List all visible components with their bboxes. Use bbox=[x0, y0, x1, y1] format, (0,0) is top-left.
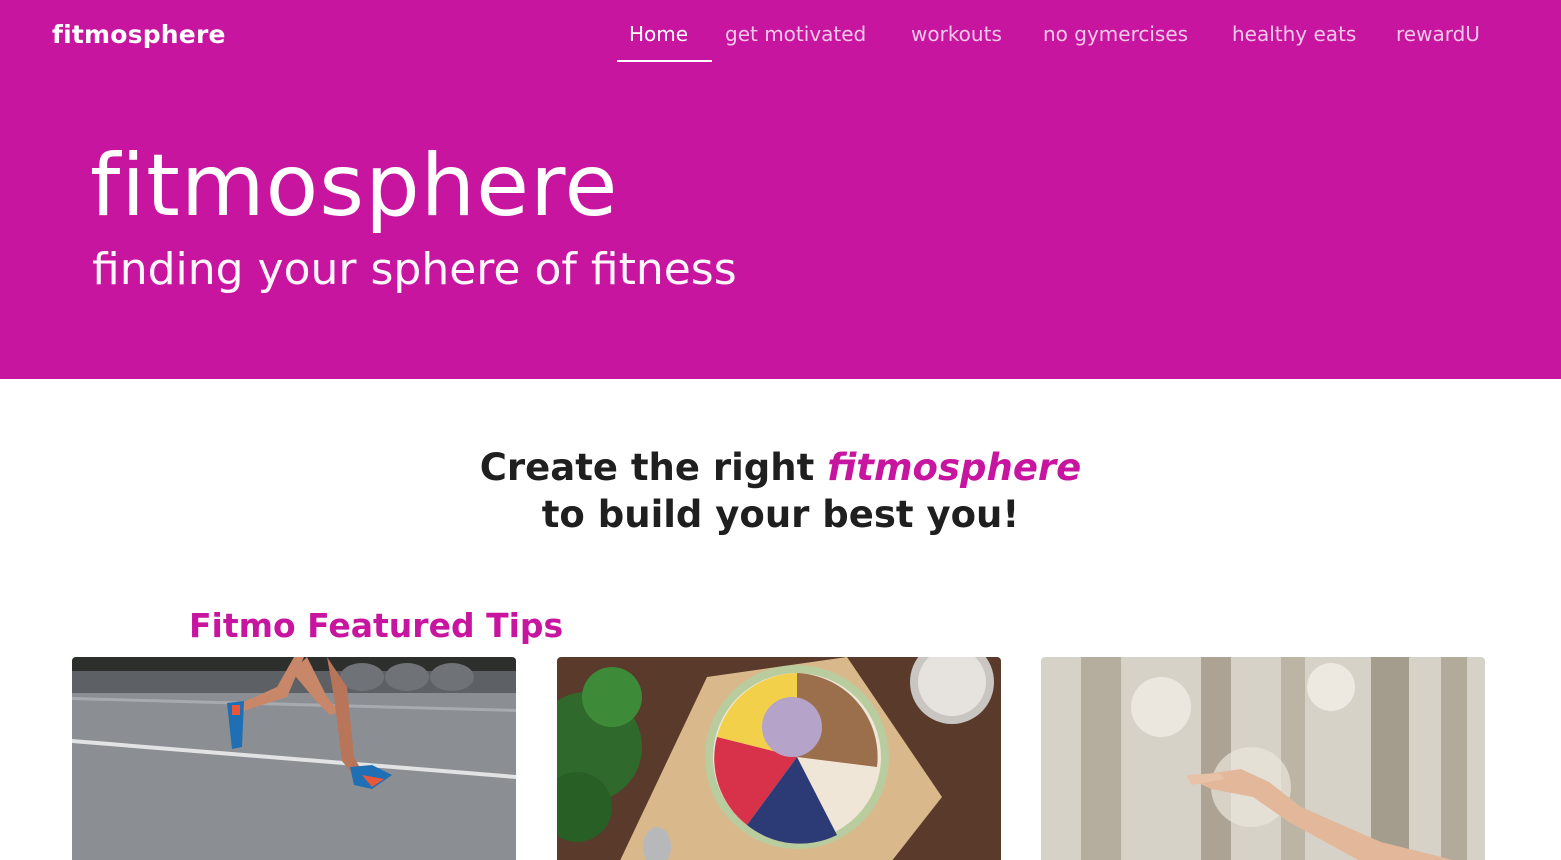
featured-card-runner[interactable] bbox=[72, 657, 516, 860]
featured-tips-heading: Fitmo Featured Tips bbox=[189, 606, 564, 645]
nav-link-healthy-eats[interactable]: healthy eats bbox=[1232, 22, 1356, 46]
runner-photo bbox=[72, 657, 516, 860]
active-nav-underline bbox=[617, 60, 712, 62]
featured-card-outdoor-stretch[interactable] bbox=[1041, 657, 1485, 860]
hero-banner: fitmosphere finding your sphere of fitne… bbox=[0, 80, 1561, 379]
tagline-line2: to build your best you! bbox=[541, 493, 1020, 536]
brand-link[interactable]: fitmosphere bbox=[52, 20, 226, 49]
tagline-prefix: Create the right bbox=[479, 446, 828, 489]
smoothie-bowl-photo bbox=[557, 657, 1001, 860]
nav-link-no-gymercises[interactable]: no gymercises bbox=[1043, 22, 1188, 46]
nav-link-get-motivated[interactable]: get motivated bbox=[725, 22, 866, 46]
tagline-brand-emphasis: fitmosphere bbox=[827, 446, 1082, 489]
tagline: Create the right fitmosphere to build yo… bbox=[0, 444, 1561, 538]
nav-link-home[interactable]: Home bbox=[629, 22, 688, 46]
nav-link-rewardu[interactable]: rewardU bbox=[1396, 22, 1480, 46]
featured-card-healthy-bowl[interactable] bbox=[557, 657, 1001, 860]
hero-subtitle: finding your sphere of fitness bbox=[92, 244, 737, 295]
nav-link-workouts[interactable]: workouts bbox=[911, 22, 1002, 46]
hero-title: fitmosphere bbox=[90, 136, 619, 236]
outdoor-stretch-photo bbox=[1041, 657, 1485, 860]
top-navbar: fitmosphere Home get motivated workouts … bbox=[0, 0, 1561, 80]
